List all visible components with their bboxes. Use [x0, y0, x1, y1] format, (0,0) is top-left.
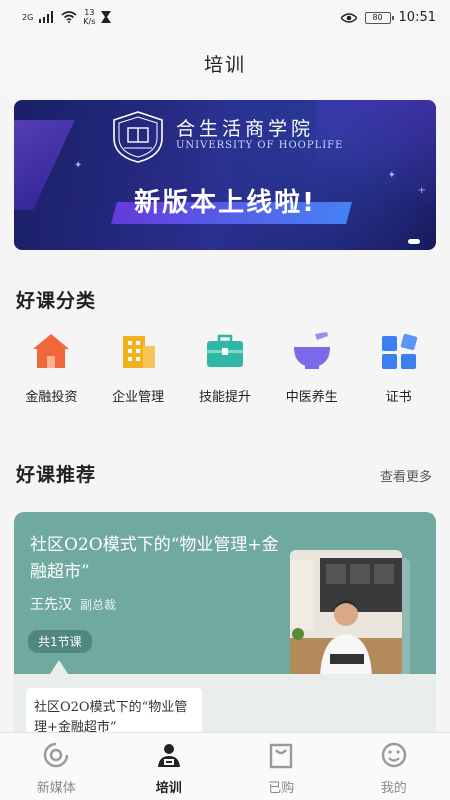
sparkle-icon: ✦ [387, 170, 396, 181]
tab-label: 新媒体 [36, 781, 76, 796]
bag-icon [270, 743, 293, 769]
category-item-tcm[interactable]: 中医养生 [272, 330, 352, 405]
category-item-skills[interactable]: 技能提升 [185, 330, 265, 405]
category-label: 中医养生 [285, 390, 338, 405]
clock: 10:51 [398, 10, 436, 25]
wifi-icon [61, 11, 77, 23]
category-label: 技能提升 [198, 390, 251, 405]
smile-icon [381, 742, 406, 768]
eye-icon [340, 12, 357, 23]
tab-label: 已购 [268, 781, 295, 796]
battery-icon: 80 [364, 11, 394, 24]
school-name: 合生活商学院 [176, 118, 315, 140]
school-crest-icon [113, 111, 163, 163]
carousel-indicator[interactable] [408, 239, 420, 244]
category-label: 企业管理 [112, 390, 165, 405]
tab-training[interactable]: 培训 [113, 733, 226, 800]
page-title-bar: 培训 [0, 36, 450, 90]
banner-decoration [316, 100, 436, 250]
media-icon [44, 742, 69, 768]
category-label: 金融投资 [25, 390, 78, 405]
signal-icon [39, 11, 54, 23]
tab-purchased[interactable]: 已购 [225, 733, 338, 800]
tab-label: 培训 [155, 781, 182, 796]
bottom-tab-bar: 新媒体 培训 已购 我的 [0, 732, 450, 800]
page-title: 培训 [203, 53, 246, 76]
apps-icon [381, 333, 417, 369]
lesson-title: 社区O2O模式下的“物业管理+金融超市” [34, 700, 188, 732]
main-content[interactable]: ✦ ✦ + 合生活商学院 UNIVERSITY OF HOOPLIFE 新版本上… [0, 90, 450, 732]
network-speed: 13 K/s [83, 8, 95, 26]
view-more-link[interactable]: 查看更多 [380, 466, 432, 485]
status-bar: 2G 13 K/s 80 10:51 [0, 0, 450, 36]
recommend-heading: 好课推荐 [16, 464, 97, 486]
category-item-finance[interactable]: 金融投资 [11, 330, 91, 405]
sparkle-icon: ✦ [74, 160, 83, 171]
briefcase-icon [206, 334, 243, 367]
teacher-photo [290, 550, 402, 676]
banner-slogan: 新版本上线啦! [134, 188, 316, 218]
category-list: 金融投资 企业管理 技能提升 中医养生 证书 [0, 330, 450, 405]
pointer-arrow [50, 660, 68, 674]
speed-value: 13 [84, 8, 95, 17]
hourglass-icon [101, 11, 112, 23]
lesson-item[interactable]: 社区O2O模式下的“物业管理+金融超市” [26, 688, 202, 732]
categories-heading: 好课分类 [16, 290, 97, 312]
promo-banner[interactable]: ✦ ✦ + 合生活商学院 UNIVERSITY OF HOOPLIFE 新版本上… [14, 100, 436, 250]
course-title: 社区O2O模式下的“物业管理+金融超市” [30, 535, 279, 582]
teacher-name: 王先汉 [30, 597, 72, 613]
mortar-icon [293, 332, 330, 369]
network-type: 2G [22, 12, 34, 22]
category-label: 证书 [385, 390, 412, 405]
category-item-management[interactable]: 企业管理 [98, 330, 178, 405]
category-item-certificate[interactable]: 证书 [359, 330, 439, 405]
house-icon [33, 334, 70, 368]
speed-unit: K/s [83, 17, 96, 26]
tab-media[interactable]: 新媒体 [0, 733, 113, 800]
training-icon [157, 744, 180, 767]
teacher-role: 副总裁 [80, 598, 117, 612]
course-card[interactable]: 社区O2O模式下的“物业管理+金融超市” 王先汉 副总裁 共1节课 社区O2O模式… [14, 512, 436, 732]
battery-level: 80 [372, 13, 383, 22]
teacher-info: 王先汉 副总裁 [30, 594, 116, 614]
school-english-name: UNIVERSITY OF HOOPLIFE [176, 140, 344, 151]
building-icon [123, 336, 156, 368]
teacher-portrait-image [290, 550, 402, 676]
lesson-count-badge: 共1节课 [28, 630, 92, 653]
tab-mine[interactable]: 我的 [338, 733, 450, 800]
tab-label: 我的 [380, 781, 407, 796]
